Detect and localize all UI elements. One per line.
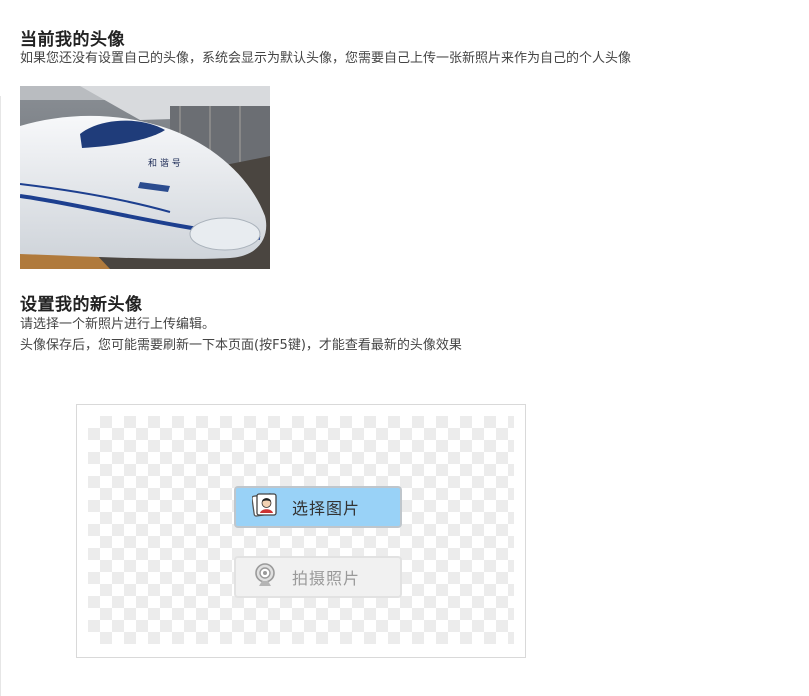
select-image-label: 选择图片 <box>292 499 361 518</box>
transparent-canvas: 选择图片 拍摄照片 <box>88 416 514 644</box>
avatar-editor: 选择图片 拍摄照片 <box>76 404 526 658</box>
refresh-hint: 头像保存后，您可能需要刷新一下本页面(按F5键)，才能查看最新的头像效果 <box>20 338 462 353</box>
train-photo: 和 谐 号 <box>20 86 270 269</box>
left-divider <box>0 96 1 696</box>
photo-portrait-icon <box>251 492 278 522</box>
svg-text:和 谐 号: 和 谐 号 <box>148 158 181 169</box>
new-avatar-title: 设置我的新头像 <box>20 295 143 315</box>
current-avatar-description: 如果您还没有设置自己的头像，系统会显示为默认头像，您需要自己上传一张新照片来作为… <box>20 51 632 66</box>
webcam-icon <box>252 562 278 592</box>
new-avatar-instruction: 请选择一个新照片进行上传编辑。 <box>20 317 216 332</box>
current-avatar-title: 当前我的头像 <box>20 30 125 50</box>
current-avatar-image: 和 谐 号 <box>20 86 270 269</box>
take-photo-button[interactable]: 拍摄照片 <box>234 556 402 598</box>
take-photo-label: 拍摄照片 <box>292 569 361 588</box>
select-image-button[interactable]: 选择图片 <box>234 486 402 528</box>
